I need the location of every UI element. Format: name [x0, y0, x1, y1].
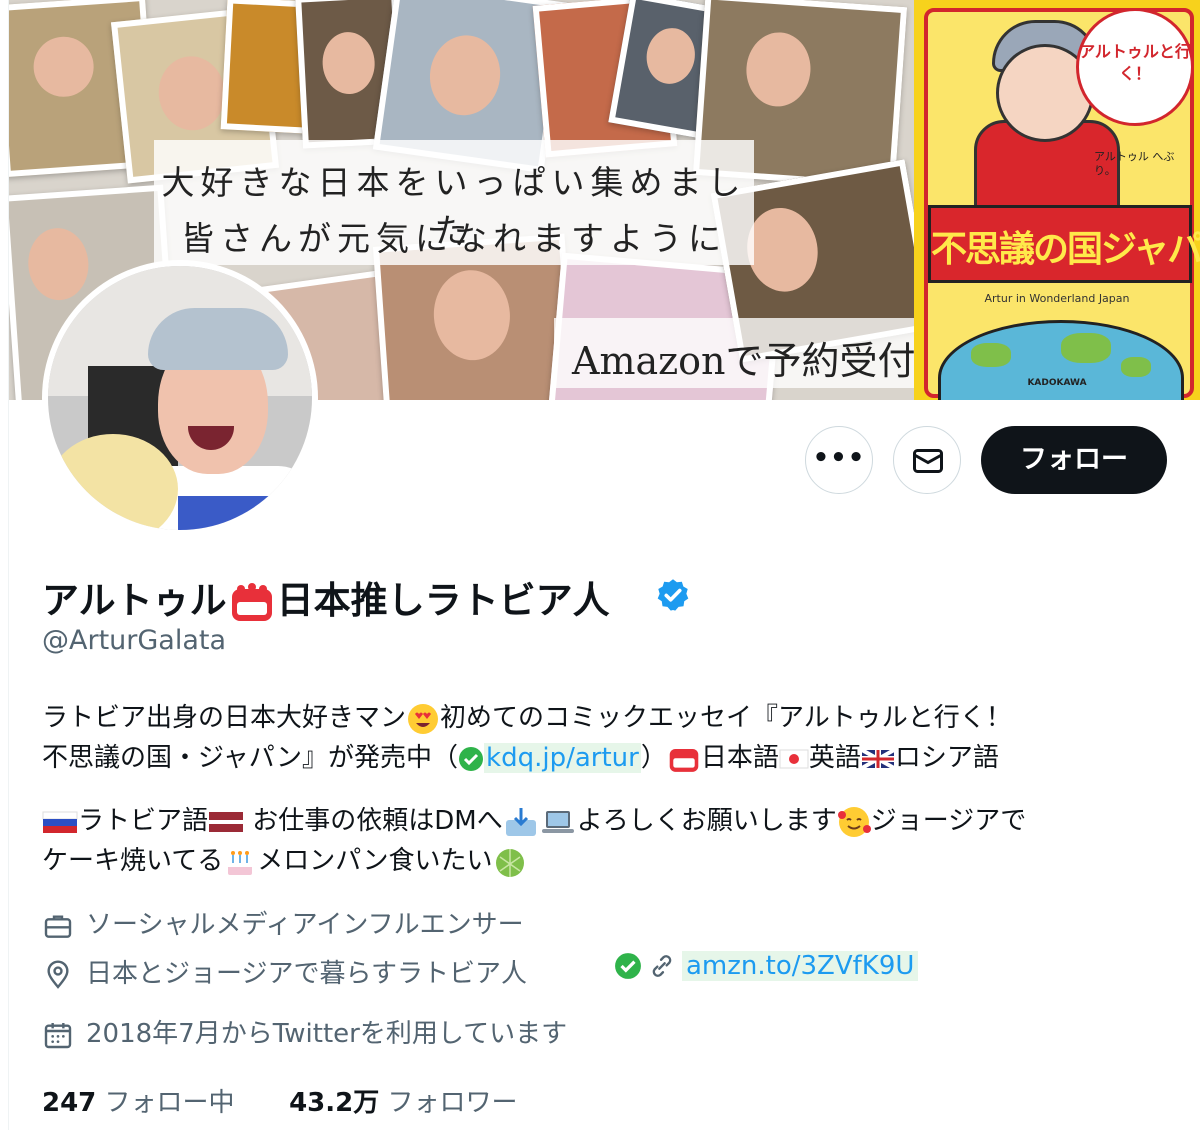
profile-location: 日本とジョージアで暮らすラトビア人: [42, 953, 527, 991]
bio-line: ラトビア出身の日本大好きマン 初めてのコミックエッセイ『アルトゥルと行く！: [42, 697, 1012, 736]
following-label: フォロー中: [104, 1088, 235, 1118]
display-name-part: 日本推しラトビア人: [276, 579, 610, 622]
following-link[interactable]: 247 フォロー中: [42, 1088, 235, 1118]
latvia-flag-emoji: [209, 811, 244, 832]
book-badge-text: アルトゥルと行く！: [1079, 42, 1191, 83]
bio-text: ケーキ焼いてる: [42, 846, 224, 876]
heart-eyes-emoji: [408, 703, 439, 734]
banner-caption: 大好きな日本をいっぱい集めました 皆さんが元気になれますように: [154, 140, 754, 265]
avatar[interactable]: [42, 260, 318, 536]
book-title: 不思議の国ジャパン: [931, 229, 1200, 270]
banner-caption-line: 皆さんが元気になれますように: [181, 219, 727, 258]
book-publisher: KADOKAWA: [1027, 378, 1087, 388]
more-options-button[interactable]: •••: [805, 426, 873, 494]
profile-location-text: 日本とジョージアで暮らすラトビア人: [86, 959, 527, 989]
followers-count: 43.2万: [289, 1088, 380, 1118]
profile-website[interactable]: amzn.to/3ZVfK9U: [614, 950, 919, 982]
profile-category-text: ソーシャルメディアインフルエンサー: [86, 910, 524, 940]
bio-text: お仕事の依頼はDMへ: [244, 806, 503, 836]
following-count: 247: [42, 1088, 97, 1118]
profile-category: ソーシャルメディアインフルエンサー: [42, 904, 524, 942]
book-author: アルトゥル へぶり。: [1094, 150, 1175, 177]
bio-text: よろしくお願いします: [576, 806, 837, 836]
follow-button[interactable]: フォロー: [981, 426, 1167, 494]
melon-emoji: [495, 848, 524, 877]
avatar-photo: [48, 266, 312, 530]
bio-line: ケーキ焼いてる メロンパン食いたい: [42, 840, 527, 879]
bio-text: 英語: [808, 743, 861, 773]
book-title-band: 不思議の国ジャパン: [928, 205, 1200, 283]
briefcase-icon: [44, 914, 72, 938]
followers-link[interactable]: 43.2万 フォロワー: [289, 1088, 517, 1118]
bio-text: ジョージアで: [870, 806, 1027, 836]
japan-flag-emoji: [779, 749, 809, 768]
follow-stats: 247 フォロー中 43.2万 フォロワー: [42, 1082, 518, 1119]
bio-text: ラトビア語: [78, 806, 209, 836]
verified-badge-icon[interactable]: [655, 577, 691, 613]
bio-text: ロシア語: [894, 743, 999, 773]
book-cover: アルトゥルと行く！ アルトゥル へぶり。 不思議の国ジャパン Artur in …: [914, 0, 1200, 400]
calendar-emoji: [669, 748, 699, 772]
check-mark-emoji: [615, 953, 641, 979]
user-handle: @ArturGalata: [42, 625, 227, 656]
more-horizontal-icon: •••: [812, 443, 866, 473]
inbox-tray-emoji: [505, 807, 536, 836]
profile-website-link[interactable]: amzn.to/3ZVfK9U: [682, 950, 919, 981]
bio-text: メロンパン食いたい: [257, 846, 493, 876]
uk-flag-emoji: [860, 747, 895, 770]
bio-link[interactable]: kdq.jp/artur: [484, 743, 641, 773]
calendar-emoji: [231, 582, 272, 621]
bio-text: 不思議の国・ジャパン』が発売中（: [42, 743, 459, 773]
location-pin-icon: [47, 959, 69, 989]
amazon-preorder-text: Amazonで予約受付中: [572, 339, 954, 383]
book-english-title: Artur in Wonderland Japan: [984, 292, 1130, 305]
birthday-cake-emoji: [228, 850, 253, 875]
bio-text: ）: [640, 743, 667, 773]
calendar-icon: [44, 1022, 72, 1048]
russia-flag-emoji: [42, 811, 78, 833]
bio-line: ラトビア語 お仕事の依頼はDMへ よろしくお願いします ジョージアで: [42, 800, 1026, 839]
check-mark-emoji: [459, 746, 484, 771]
book-title-badge: アルトゥルと行く！: [1076, 8, 1194, 126]
bio-text: 初めてのコミックエッセイ『アルトゥルと行く！: [440, 703, 1012, 733]
smiling-face-with-hearts-emoji: [837, 806, 871, 837]
display-name-part: アルトゥル: [42, 579, 227, 622]
laptop-emoji: [541, 810, 574, 833]
message-button[interactable]: [893, 426, 961, 494]
display-name: アルトゥル 日本推しラトビア人: [42, 570, 610, 624]
profile-joined-text: 2018年7月からTwitterを利用しています: [86, 1019, 568, 1049]
bio-line: 不思議の国・ジャパン』が発売中（ kdq.jp/artur） 日本語 英語 ロシア語: [42, 737, 999, 774]
profile-joined: 2018年7月からTwitterを利用しています: [42, 1013, 567, 1051]
link-icon: [652, 955, 672, 977]
bio-text: 日本語: [700, 743, 779, 773]
envelope-icon: [913, 449, 943, 473]
bio-text: ラトビア出身の日本大好きマン: [42, 703, 407, 733]
followers-label: フォロワー: [387, 1088, 518, 1118]
